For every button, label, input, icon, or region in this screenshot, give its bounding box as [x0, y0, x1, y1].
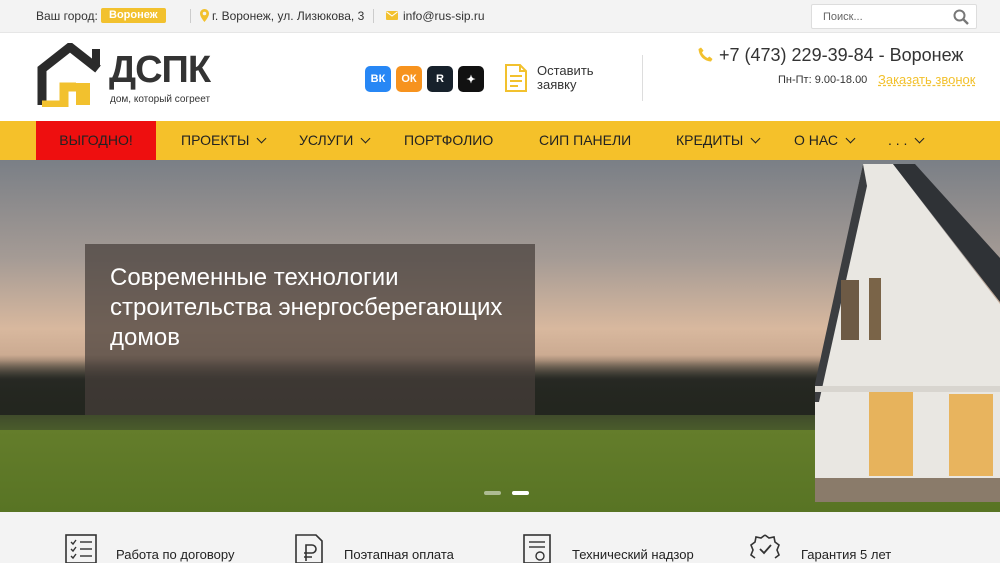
rutube-icon[interactable]: R — [427, 66, 453, 92]
feature-label: Поэтапная оплата — [344, 547, 454, 562]
phone-number[interactable]: +7 (473) 229-39-84 - Воронеж — [719, 45, 963, 66]
callback-link[interactable]: Заказать звонок — [878, 72, 975, 87]
search-input[interactable] — [812, 5, 948, 28]
divider — [642, 55, 643, 101]
nav-item-promo[interactable]: ВЫГОДНО! — [36, 121, 156, 160]
feature-label: Гарантия 5 лет — [801, 547, 892, 562]
feature-label: Технический надзор — [572, 547, 694, 562]
hero-caption: Современные технологии строительства эне… — [85, 244, 535, 415]
chevron-down-icon — [845, 133, 856, 144]
slider-dot[interactable] — [484, 491, 501, 495]
logo-text: ДСПК — [109, 49, 211, 91]
nav-item-label: . . . — [888, 132, 908, 148]
address: г. Воронеж, ул. Лизюкова, 3 — [212, 9, 365, 23]
nav-item-services[interactable]: УСЛУГИ — [299, 121, 371, 160]
nav-item-label: КРЕДИТЫ — [676, 132, 744, 148]
nav-item-label: ПОРТФОЛИО — [404, 132, 494, 148]
logo-house-icon — [37, 43, 101, 107]
features-bar: Работа по договору Поэтапная оплата Техн… — [0, 512, 1000, 563]
vk-icon[interactable]: ВК — [365, 66, 391, 92]
nav-item-credits[interactable]: КРЕДИТЫ — [676, 121, 761, 160]
chevron-down-icon — [915, 133, 925, 144]
nav-item-label: УСЛУГИ — [299, 132, 354, 148]
document-icon[interactable] — [505, 64, 527, 92]
header: ДСПК дом, который согреет ВК ОК R ✦ Оста… — [0, 33, 1000, 121]
nav-item-sip-panels[interactable]: СИП ПАНЕЛИ — [539, 121, 631, 160]
hero-title: Современные технологии строительства эне… — [110, 264, 503, 351]
request-link[interactable]: Оставить заявку — [537, 64, 617, 92]
mail-icon — [386, 11, 398, 20]
city-label: Ваш город: — [36, 9, 98, 23]
top-bar: Ваш город: Воронеж г. Воронеж, ул. Лизюк… — [0, 0, 1000, 33]
nav-item-projects[interactable]: ПРОЕКТЫ — [181, 121, 267, 160]
nav-item-portfolio[interactable]: ПОРТФОЛИО — [404, 121, 493, 160]
city-selector[interactable]: Воронеж — [101, 8, 166, 23]
certificate-icon — [523, 534, 551, 563]
hero-slider[interactable]: Современные технологии строительства эне… — [0, 160, 1000, 512]
main-nav: ВЫГОДНО! ПРОЕКТЫ УСЛУГИ ПОРТФОЛИО СИП ПА… — [0, 121, 1000, 160]
dzen-icon[interactable]: ✦ — [458, 66, 484, 92]
divider — [373, 9, 374, 23]
search-box — [811, 4, 977, 29]
slider-dot-active[interactable] — [512, 491, 529, 495]
nav-item-label: СИП ПАНЕЛИ — [539, 132, 632, 148]
chevron-down-icon — [256, 133, 267, 144]
phone-icon — [698, 47, 713, 62]
location-pin-icon — [200, 9, 209, 22]
nav-item-label: ВЫГОДНО! — [59, 132, 133, 148]
divider — [190, 9, 191, 23]
contract-checklist-icon — [65, 534, 97, 563]
search-icon[interactable] — [953, 9, 969, 25]
email-link[interactable]: info@rus-sip.ru — [403, 9, 485, 23]
nav-item-label: ПРОЕКТЫ — [181, 132, 250, 148]
nav-item-about[interactable]: О НАС — [794, 121, 856, 160]
feature-label: Работа по договору — [116, 547, 235, 562]
chevron-down-icon — [750, 133, 761, 144]
odnoklassniki-icon[interactable]: ОК — [396, 66, 422, 92]
nav-item-more[interactable]: . . . — [888, 121, 925, 160]
chevron-down-icon — [360, 133, 371, 144]
logo[interactable]: ДСПК дом, который согреет — [36, 43, 236, 107]
guarantee-badge-icon — [750, 534, 780, 559]
ruble-document-icon — [295, 534, 323, 563]
nav-item-label: О НАС — [794, 132, 839, 148]
working-hours: Пн-Пт: 9.00-18.00 — [778, 74, 868, 86]
logo-tagline: дом, который согреет — [110, 94, 211, 105]
hero-house-image — [815, 164, 1000, 502]
